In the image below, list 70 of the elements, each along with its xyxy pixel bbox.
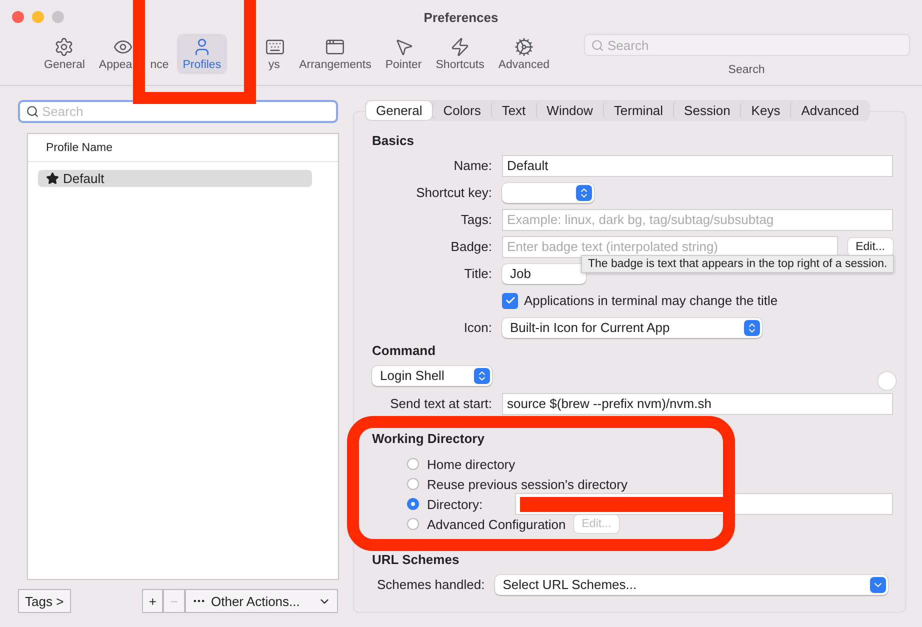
field-label: Icon: [462,320,492,335]
icon-popup[interactable]: Built-in Icon for Current App [502,318,762,338]
radio-label: Advanced Configuration [427,516,566,532]
cog-icon [514,37,534,57]
minimize-button[interactable] [32,11,44,23]
toolbar-tab[interactable]: Advanced [492,34,556,74]
radio-label: Home directory [427,456,516,472]
name-field[interactable]: Default [502,154,893,176]
toolbar-tab[interactable]: ys [229,34,292,74]
radio-button[interactable] [407,518,419,530]
radio-button[interactable] [407,478,419,490]
field-label: Send text at start: [389,396,492,411]
search-label: Search [728,64,765,76]
tooltip: The badge is text that appears in the top right of a session. [581,255,894,273]
star-icon [46,172,59,185]
edit-button[interactable]: Edit... [848,238,893,256]
toolbar-tab[interactable]: Profiles [176,34,228,74]
directory-field[interactable] [515,493,893,515]
field-label: Tags: [460,212,492,227]
checkbox-label: Applications in terminal may change the title [524,293,778,308]
toolbar-tab[interactable]: Appea nce [92,34,175,74]
profile-row[interactable]: Default [38,170,312,187]
stepper-icon [476,370,488,382]
checkmark-icon [504,295,516,306]
radio-button[interactable] [407,458,419,470]
toolbar-tab[interactable]: Pointer [379,34,428,74]
settings-tab[interactable]: Terminal [602,101,674,120]
field-label: Name: [452,158,492,173]
field-label: Title: [463,266,492,281]
bolt-icon [450,37,470,57]
settings-tab[interactable]: General [366,101,432,120]
command-popup[interactable]: Login Shell [372,366,492,386]
field-label: Badge: [450,239,492,254]
section-heading: URL Schemes [372,552,460,567]
field-label: Schemes handled: [377,577,485,592]
search-icon [26,105,39,118]
window-icon [325,37,346,57]
shortcut-popup[interactable] [502,182,594,202]
settings-tab[interactable]: Window [536,101,603,120]
add-button[interactable]: + [142,589,164,613]
zoom-button[interactable] [52,11,64,23]
settings-tab[interactable]: Keys [740,101,790,120]
checkbox[interactable] [502,292,518,308]
radio-label: Directory: [427,496,484,512]
gear-icon [54,37,74,57]
settings-tab[interactable]: Session [673,101,740,120]
column-header: Profile Name [28,134,338,162]
section-heading: Basics [372,133,415,148]
stepper-icon [746,322,758,334]
keyboard-icon [265,37,286,57]
url-schemes-popup[interactable]: Select URL Schemes... [494,574,888,594]
window-title: Preferences [424,10,498,24]
send-text-field[interactable]: source $(brew --prefix nvm)/nvm.sh [502,392,893,414]
field-label: Shortcut key: [415,185,492,200]
close-button[interactable] [12,11,24,23]
other-actions-menu[interactable]: Other Actions... [185,589,338,613]
section-heading: Command [372,343,437,358]
pointer-icon [394,37,414,57]
tags-button[interactable]: Tags > [18,589,71,613]
radio-button[interactable] [407,498,419,510]
title-popup[interactable]: Job [502,264,586,284]
toolbar-tab[interactable]: General [38,34,91,74]
search-icon [590,38,604,52]
section-heading: Working Directory [372,431,486,446]
settings-tab[interactable]: Colors [432,101,491,120]
radio-label: Reuse previous session's directory [427,476,628,492]
toolbar-tab[interactable]: Arrangements [293,34,378,74]
toolbar-tab[interactable]: Shortcuts [430,34,490,74]
settings-tab[interactable]: Text [490,101,536,120]
stepper-icon [578,186,590,198]
